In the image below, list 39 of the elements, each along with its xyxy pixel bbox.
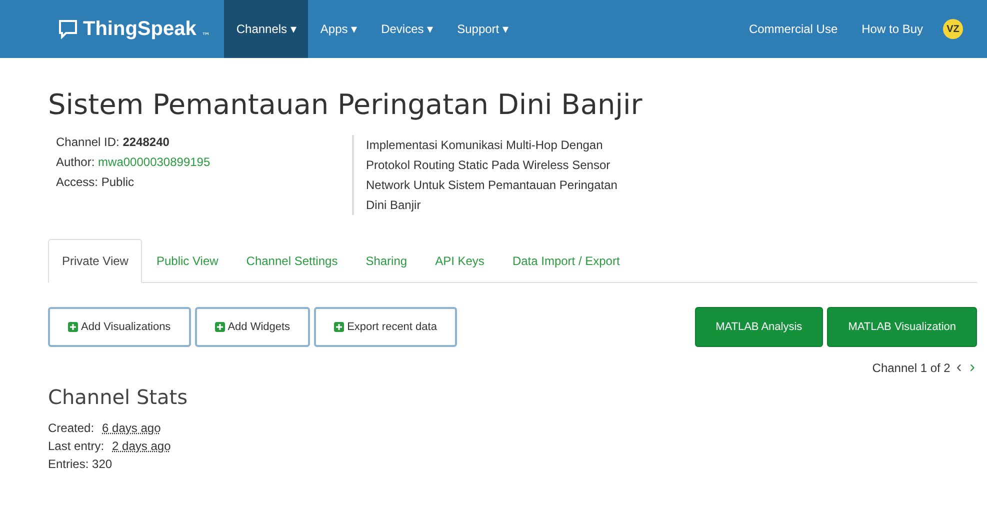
tab[interactable]: Channel Settings [232, 239, 352, 283]
nav-link[interactable]: Commercial Use [736, 0, 850, 58]
action-button[interactable]: Add Visualizations [48, 307, 191, 347]
access-info: Access: Public [56, 175, 136, 189]
entries-count: Entries: 320 [48, 457, 112, 471]
tab[interactable]: Public View [142, 239, 232, 283]
plus-icon [68, 322, 78, 332]
action-button[interactable]: Export recent data [314, 307, 457, 347]
last-entry-value: 2 days ago [112, 439, 171, 453]
next-button[interactable]: › [968, 359, 977, 377]
created-label: Created: [48, 421, 94, 435]
tab[interactable]: Data Import / Export [498, 239, 634, 283]
author-link[interactable]: mwa0000030899195 [98, 155, 210, 169]
logo-text[interactable]: ThingSpeak [83, 18, 196, 40]
tab[interactable]: Private View [48, 239, 142, 283]
channel-description: Implementasi Komunikasi Multi-Hop Dengan Protokol Routing Static Pada Wireless Sensor Network Untuk Sistem Pemantauan Peringatan Dini Banjir [352, 135, 636, 215]
created-value: 6 days ago [102, 421, 161, 435]
speech-bubble-icon [58, 19, 78, 39]
channel-id: Channel ID: 2248240 [56, 135, 170, 149]
pager-text: Channel 1 of 2 [872, 361, 950, 375]
stats-title: Channel Stats [48, 385, 189, 409]
channel-title: Sistem Pemantauan Peringatan Dini Banjir [48, 88, 644, 121]
tab[interactable]: API Keys [421, 239, 498, 283]
nav-menu-item[interactable]: Channels ▾ [224, 0, 308, 58]
matlab-button[interactable]: MATLAB Visualization [827, 307, 977, 347]
nav-menu-item[interactable]: Apps ▾ [308, 0, 370, 58]
plus-icon [334, 322, 344, 332]
author-label: Author: [56, 155, 95, 169]
nav-link[interactable]: How to Buy [850, 0, 935, 58]
action-button[interactable]: Add Widgets [194, 307, 310, 347]
tab[interactable]: Sharing [352, 239, 422, 283]
matlab-button[interactable]: MATLAB Analysis [694, 307, 824, 347]
previous-button[interactable]: ‹ [954, 359, 964, 377]
plus-icon [214, 322, 225, 332]
trademark: ™ [201, 32, 210, 42]
user-avatar[interactable]: VZ [943, 19, 963, 39]
last-entry-label: Last entry: [48, 439, 104, 453]
nav-menu-item[interactable]: Devices ▾ [369, 0, 446, 58]
nav-menu-item[interactable]: Support ▾ [445, 0, 520, 58]
